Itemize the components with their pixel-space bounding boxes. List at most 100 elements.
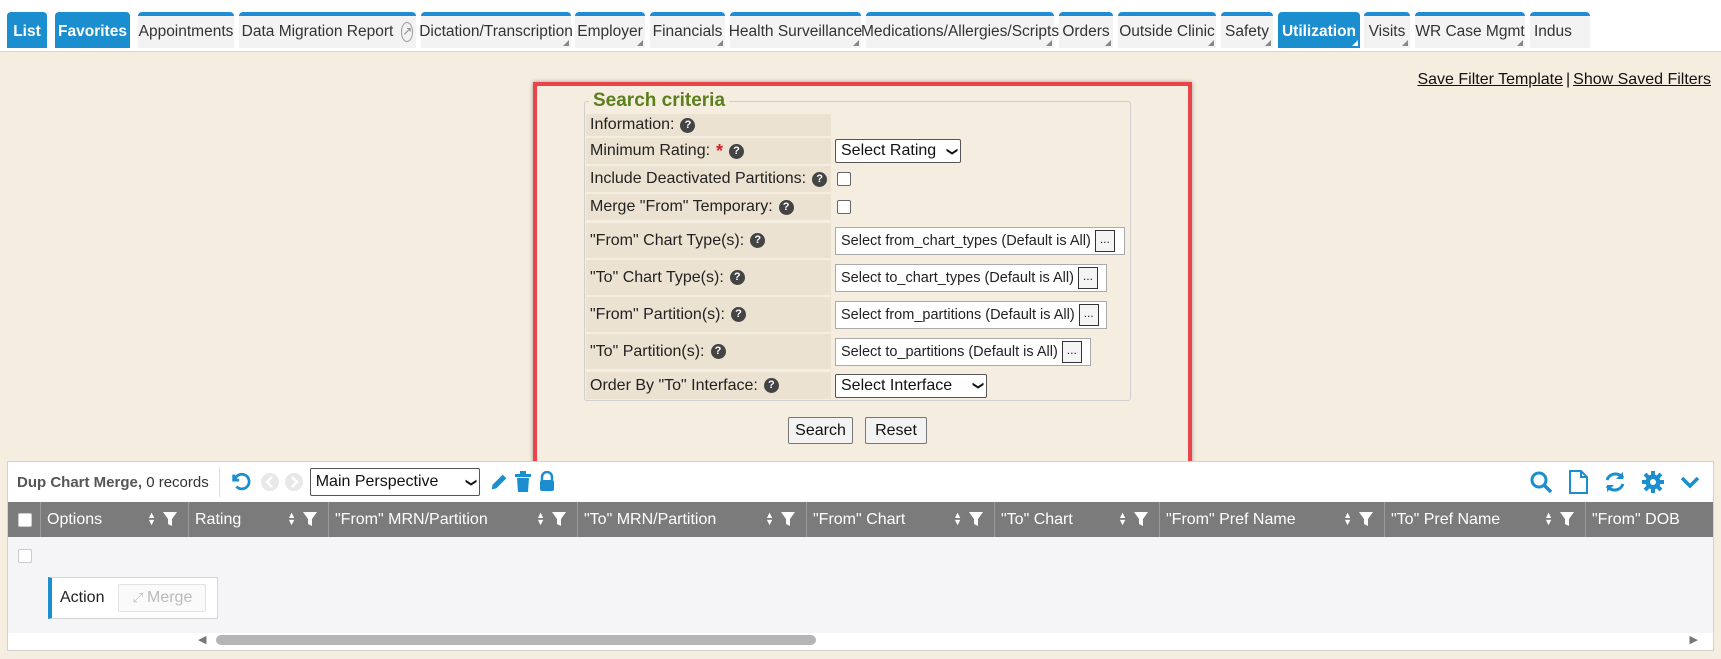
column-header-options[interactable]: Options ▲ ▼ <box>41 502 189 537</box>
merge-button[interactable]: ⤢ Merge <box>118 584 207 612</box>
help-icon[interactable]: ? <box>778 199 794 215</box>
help-icon[interactable]: ? <box>729 270 745 285</box>
search-icon[interactable] <box>1529 470 1553 494</box>
filter-icon[interactable] <box>1358 511 1374 527</box>
pencil-icon[interactable] <box>488 471 510 493</box>
filter-icon[interactable] <box>162 511 178 527</box>
picker-value: Select from_chart_types (Default is All) <box>841 232 1091 249</box>
sort-icon[interactable]: ▲ ▼ <box>1544 511 1553 527</box>
link-separator: | <box>1566 71 1571 88</box>
criteria-value <box>831 114 1131 136</box>
information-label: Information: <box>590 116 675 133</box>
filter-icon[interactable] <box>1133 511 1149 527</box>
tab-industry[interactable]: Indus <box>1530 12 1590 48</box>
browse-button[interactable]: ... <box>1094 229 1115 252</box>
sort-icon[interactable]: ▲ ▼ <box>1118 511 1127 527</box>
refresh-icon[interactable] <box>1603 470 1627 494</box>
column-header-from-chart[interactable]: "From" Chart ▲ ▼ <box>807 502 995 537</box>
trash-icon[interactable] <box>514 471 532 493</box>
to-partitions-picker[interactable]: Select to_partitions (Default is All)... <box>835 337 1091 366</box>
tab-utilization[interactable]: Utilization <box>1278 12 1360 48</box>
show-saved-filters-link[interactable]: Show Saved Filters <box>1573 71 1711 88</box>
column-header-to-pref-name[interactable]: "To" Pref Name ▲ ▼ <box>1385 502 1586 537</box>
tab-medications-allergies-scripts[interactable]: Medications/Allergies/Scripts <box>861 12 1059 48</box>
tab-employer[interactable]: Employer <box>575 12 645 48</box>
tab-appointments[interactable]: Appointments <box>138 12 234 48</box>
help-icon[interactable]: ? <box>680 117 696 133</box>
scrollbar-thumb[interactable] <box>216 635 816 645</box>
scroll-left-icon[interactable]: ◀ <box>198 633 206 646</box>
filter-icon[interactable] <box>302 511 318 527</box>
help-icon[interactable]: ? <box>730 307 746 322</box>
filter-icon[interactable] <box>780 511 796 527</box>
filter-icon[interactable] <box>551 511 567 527</box>
tab-financials[interactable]: Financials <box>650 12 725 48</box>
column-header-to-mrn-partition[interactable]: "To" MRN/Partition ▲ ▼ <box>578 502 807 537</box>
back-icon[interactable] <box>260 472 280 492</box>
tab-orders[interactable]: Orders <box>1059 12 1113 48</box>
reset-button[interactable]: Reset <box>865 417 927 444</box>
column-header-from-dob[interactable]: "From" DOB <box>1586 502 1713 537</box>
chevron-down-icon: ❮ <box>971 380 984 391</box>
select-all-checkbox[interactable] <box>18 512 32 527</box>
chevron-down-icon[interactable] <box>1679 471 1701 493</box>
help-icon[interactable]: ? <box>763 378 779 393</box>
forward-icon[interactable] <box>284 472 304 492</box>
filter-icon[interactable] <box>1559 511 1575 527</box>
column-header-from-mrn-partition[interactable]: "From" MRN/Partition ▲ ▼ <box>329 502 578 537</box>
tab-wr-case-mgmt[interactable]: WR Case Mgmt <box>1415 12 1525 48</box>
chevron-down-icon: ❮ <box>945 146 958 156</box>
sort-icon[interactable]: ▲ ▼ <box>536 511 545 527</box>
from-chart-types-picker[interactable]: Select from_chart_types (Default is All)… <box>835 226 1125 255</box>
merge-from-temporary-checkbox[interactable] <box>837 200 851 214</box>
column-header-from-pref-name[interactable]: "From" Pref Name ▲ ▼ <box>1160 502 1385 537</box>
sort-icon[interactable]: ▲ ▼ <box>1343 511 1352 527</box>
horizontal-scrollbar[interactable]: ◀ ▶ <box>198 633 1698 647</box>
search-button[interactable]: Search <box>788 417 853 444</box>
order-by-interface-select[interactable]: Select Interface ❮ <box>835 373 987 398</box>
help-icon[interactable]: ? <box>729 143 745 159</box>
column-header-to-chart[interactable]: "To" Chart ▲ ▼ <box>995 502 1160 537</box>
browse-button[interactable]: ... <box>1061 340 1082 363</box>
browse-button[interactable]: ... <box>1077 266 1098 289</box>
scroll-right-icon[interactable]: ▶ <box>1690 633 1698 646</box>
column-label: "To" MRN/Partition <box>584 510 717 528</box>
criteria-label: Minimum Rating: *? <box>586 138 831 164</box>
sort-icon[interactable]: ▲ ▼ <box>953 511 962 527</box>
external-link-icon[interactable]: ↗ <box>401 22 414 42</box>
tab-label: Safety <box>1225 23 1269 40</box>
tab-outside-clinic[interactable]: Outside Clinic <box>1118 12 1216 48</box>
sort-icon[interactable]: ▲ ▼ <box>765 511 774 527</box>
perspective-select[interactable]: Main Perspective ❮ <box>309 468 480 496</box>
sort-icon[interactable]: ▲ ▼ <box>287 511 296 527</box>
minimum-rating-select[interactable]: Select Rating ❮ <box>835 139 961 163</box>
tab-visits[interactable]: Visits <box>1364 12 1410 48</box>
save-filter-template-link[interactable]: Save Filter Template <box>1417 71 1563 88</box>
help-icon[interactable]: ? <box>710 344 726 359</box>
criteria-label: Include Deactivated Partitions:? <box>586 166 831 192</box>
help-icon[interactable]: ? <box>812 171 828 187</box>
tab-list[interactable]: List <box>7 12 47 48</box>
column-header-rating[interactable]: Rating ▲ ▼ <box>189 502 329 537</box>
sort-icon[interactable]: ▲ ▼ <box>147 511 156 527</box>
undo-icon[interactable] <box>230 471 252 493</box>
tab-safety[interactable]: Safety <box>1221 12 1273 48</box>
tab-health-surveillance[interactable]: Health Surveillance <box>729 12 862 48</box>
merge-from-temporary-label: Merge "From" Temporary: <box>590 198 773 215</box>
document-icon[interactable] <box>1567 470 1589 494</box>
tab-dictation-transcription[interactable]: Dictation/Transcription <box>419 12 573 48</box>
filter-icon[interactable] <box>968 511 984 527</box>
row-select-checkbox[interactable] <box>18 549 32 563</box>
lock-icon[interactable] <box>538 471 556 493</box>
to-chart-types-picker[interactable]: Select to_chart_types (Default is All)..… <box>835 263 1107 292</box>
tab-favorites[interactable]: Favorites <box>55 12 130 48</box>
include-deactivated-checkbox[interactable] <box>837 172 851 186</box>
column-label: "To" Chart <box>1001 510 1073 528</box>
module-tab-bar: List Favorites Appointments Data Migrati… <box>0 0 1721 52</box>
toolbar-divider <box>218 467 220 497</box>
browse-button[interactable]: ... <box>1078 303 1099 326</box>
help-icon[interactable]: ? <box>750 233 766 248</box>
from-partitions-picker[interactable]: Select from_partitions (Default is All).… <box>835 300 1107 329</box>
tab-data-migration-report[interactable]: Data Migration Report ↗ <box>239 12 416 48</box>
gear-icon[interactable] <box>1641 470 1665 494</box>
